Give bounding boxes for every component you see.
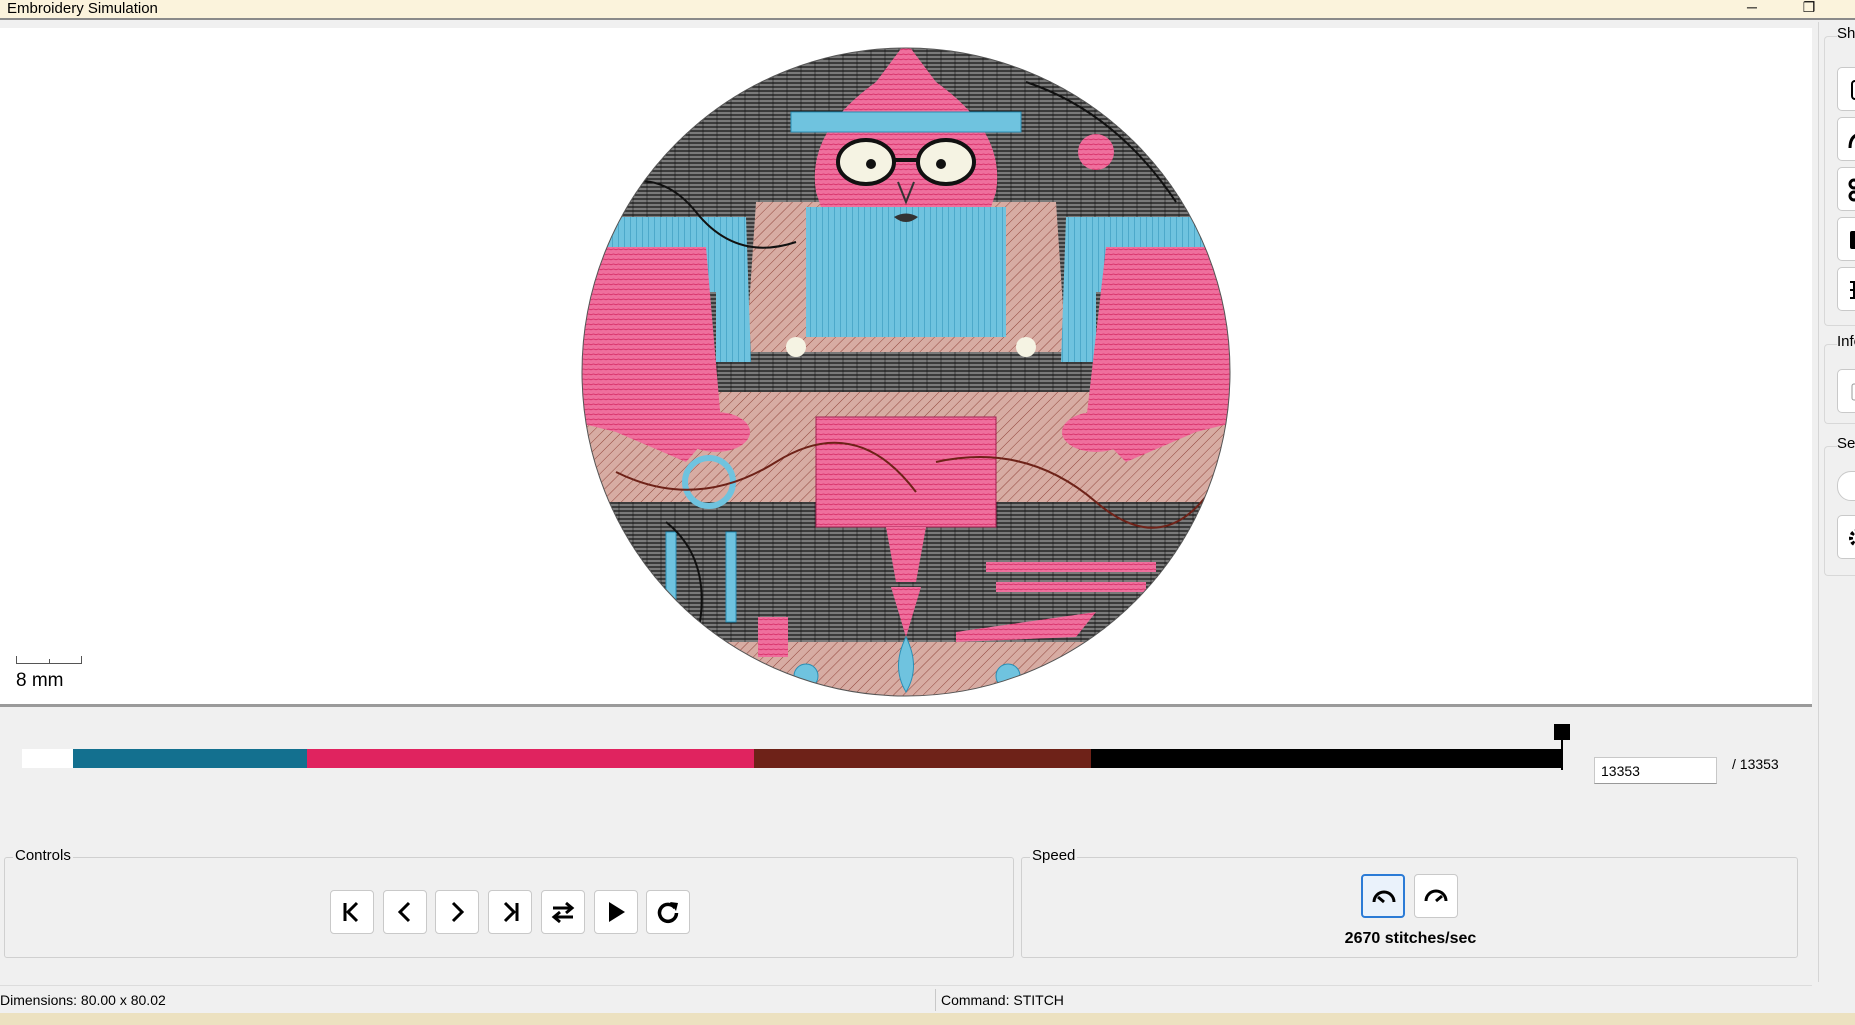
restart-button[interactable] (646, 890, 690, 934)
info-group: Info (1824, 333, 1855, 424)
timeline-color-block (73, 749, 307, 768)
step-forward-button[interactable] (435, 890, 479, 934)
show-jumps-button[interactable] (1837, 117, 1855, 161)
title-bar: Embroidery Simulation ─ ❐ (0, 0, 1855, 20)
stitch-icon (1851, 80, 1855, 100)
show-group-legend: Sho (1837, 25, 1855, 42)
scale-ruler (16, 656, 82, 664)
toggle-direction-button[interactable] (541, 890, 585, 934)
simulation-canvas[interactable]: 8 mm (0, 28, 1812, 707)
chevron-left-icon (397, 901, 411, 923)
show-group: Sho (1824, 25, 1855, 326)
play-button[interactable] (594, 890, 638, 934)
settings-group: Sett (1824, 435, 1855, 576)
minimize-button[interactable]: ─ (1729, 0, 1775, 20)
speed-slow-icon (1372, 890, 1396, 904)
stop-icon (1850, 231, 1855, 249)
right-side-panel: Sho Info Sett (1818, 22, 1855, 982)
info-button[interactable] (1837, 369, 1855, 413)
info-group-legend: Info (1837, 333, 1855, 350)
settings-button[interactable] (1837, 515, 1855, 559)
timeline-slider-handle[interactable] (1553, 724, 1571, 770)
refresh-icon (657, 902, 679, 923)
needle-points-icon (1850, 281, 1855, 299)
info-icon (1851, 383, 1855, 401)
speed-fast-icon (1424, 889, 1448, 903)
controls-group: Controls (4, 847, 1014, 958)
timeline-color-block (22, 749, 73, 768)
chevron-right-icon (451, 901, 465, 923)
first-stitch-button[interactable] (330, 890, 374, 934)
gear-icon (1849, 529, 1855, 547)
jump-icon (1848, 134, 1855, 149)
current-stitch-input[interactable] (1594, 757, 1717, 784)
embroidery-design (581, 47, 1231, 697)
scissors-icon (1848, 178, 1855, 202)
show-trims-button[interactable] (1837, 167, 1855, 211)
show-stops-button[interactable] (1837, 217, 1855, 261)
stitch-timeline[interactable] (22, 749, 1562, 768)
timeline-color-block (307, 749, 754, 768)
timeline-color-block (754, 749, 1091, 768)
status-bar: Dimensions: 80.00 x 80.02 Command: STITC… (0, 985, 1812, 1013)
command-status: Command: STITCH (941, 992, 1064, 1008)
settings-toggle[interactable] (1837, 471, 1855, 501)
speed-readout: 2670 stitches/sec (1344, 930, 1477, 947)
show-stitches-button[interactable] (1837, 67, 1855, 111)
scale-label: 8 mm (16, 670, 64, 691)
controls-legend: Controls (13, 847, 73, 864)
step-back-button[interactable] (383, 890, 427, 934)
restore-button[interactable]: ❐ (1786, 0, 1832, 20)
dimensions-status: Dimensions: 80.00 x 80.02 (0, 992, 166, 1008)
skip-start-icon (343, 901, 359, 923)
total-stitches-label: / 13353 (1732, 756, 1779, 772)
last-stitch-button[interactable] (488, 890, 532, 934)
show-needle-points-button[interactable] (1837, 267, 1855, 311)
window-title: Embroidery Simulation (7, 0, 158, 17)
speed-legend: Speed (1030, 847, 1078, 864)
settings-group-legend: Sett (1837, 435, 1855, 452)
faster-button[interactable] (1414, 874, 1458, 918)
taskbar-strip (0, 1013, 1855, 1025)
swap-arrows-icon (551, 901, 575, 924)
embroidery-simulation-window: Embroidery Simulation ─ ❐ 8 mm Sh Inf Se… (0, 0, 1855, 1025)
status-separator (935, 989, 936, 1011)
timeline-color-block (1091, 749, 1562, 768)
speed-group: Speed 2670 stitches/sec (1021, 847, 1798, 958)
skip-end-icon (503, 901, 519, 923)
slower-button[interactable] (1361, 874, 1405, 918)
play-icon (609, 902, 625, 922)
